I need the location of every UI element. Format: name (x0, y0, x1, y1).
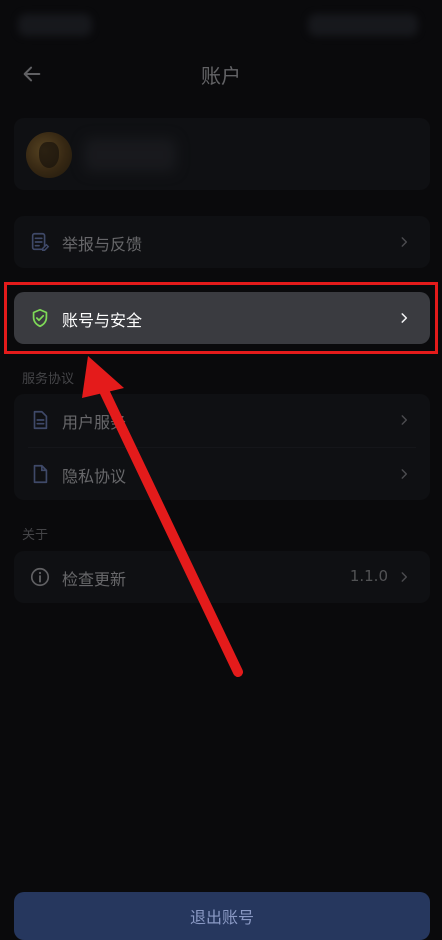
menu-item-account-security[interactable]: 账号与安全 (14, 292, 430, 344)
service-agreement-card: 用户服务 隐私协议 (14, 394, 430, 500)
logout-label: 退出账号 (189, 908, 254, 927)
report-feedback-card[interactable]: 举报与反馈 (14, 216, 430, 268)
menu-item-report-feedback[interactable]: 举报与反馈 (14, 216, 430, 268)
shield-check-icon (28, 306, 52, 330)
chevron-right-icon (394, 410, 414, 430)
chevron-right-icon (394, 232, 414, 252)
menu-item-user-service[interactable]: 用户服务 (14, 394, 430, 446)
menu-item-label: 用户服务 (62, 413, 127, 432)
chevron-right-icon (394, 464, 414, 484)
version-value: 1.1.0 (349, 567, 388, 585)
chevron-right-icon (394, 567, 414, 587)
top-header: 账户 (0, 50, 442, 98)
status-bar-left-blurred (18, 14, 92, 36)
menu-item-label: 举报与反馈 (62, 235, 143, 254)
logout-button[interactable]: 退出账号 (14, 892, 430, 940)
username-blurred (84, 138, 176, 172)
page-title: 账户 (201, 64, 241, 88)
menu-item-check-update[interactable]: 检查更新 1.1.0 (14, 551, 430, 603)
avatar (26, 132, 72, 178)
status-bar-right-blurred (308, 14, 418, 36)
info-icon (28, 565, 52, 589)
chevron-right-icon (394, 308, 414, 328)
menu-item-label: 隐私协议 (62, 467, 127, 486)
section-title-about: 关于 (22, 528, 49, 543)
menu-item-label: 账号与安全 (62, 311, 143, 330)
menu-item-privacy-policy[interactable]: 隐私协议 (14, 448, 430, 500)
profile-card[interactable] (14, 118, 430, 190)
account-security-card[interactable]: 账号与安全 (14, 292, 430, 344)
about-card: 检查更新 1.1.0 (14, 551, 430, 603)
menu-item-label: 检查更新 (62, 570, 127, 589)
report-document-icon (28, 230, 52, 254)
status-bar (0, 0, 442, 50)
file-icon (28, 462, 52, 486)
document-icon (28, 408, 52, 432)
section-title-service-agreement: 服务协议 (22, 372, 75, 387)
